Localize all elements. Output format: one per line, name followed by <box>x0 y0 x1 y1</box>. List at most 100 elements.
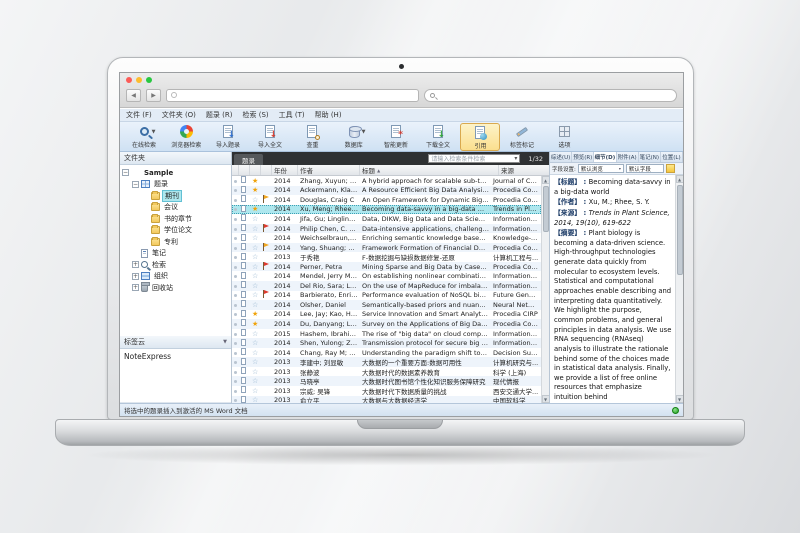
scroll-thumb[interactable] <box>543 186 549 232</box>
star-icon[interactable]: ☆ <box>252 291 258 299</box>
toolbar-tag-mark-button[interactable]: 标签标记 <box>502 123 542 151</box>
flag-icon[interactable] <box>263 224 269 232</box>
dropdown-caret-icon[interactable]: ▼ <box>152 129 156 135</box>
table-row[interactable]: ☆2014Shen, Yulong; Zhan...Transmission p… <box>232 338 541 348</box>
expand-node-icon[interactable]: + <box>132 261 139 268</box>
star-icon[interactable]: ☆ <box>252 349 258 357</box>
star-icon[interactable]: ☆ <box>252 234 258 242</box>
toolbar-options-button[interactable]: 选项 <box>544 123 584 151</box>
menu-item-0[interactable]: 文件 (F) <box>126 110 152 120</box>
col-source[interactable]: 来源 <box>499 165 549 175</box>
star-icon[interactable]: ☆ <box>252 368 258 376</box>
sidebar-item-1[interactable]: −题录 <box>120 179 231 191</box>
table-row[interactable]: ☆2013宗威; 吴锋大数据时代下数据质量的挑战西安交通大学... <box>232 386 541 396</box>
menu-item-5[interactable]: 帮助 (H) <box>315 110 342 120</box>
scroll-up-icon[interactable]: ▲ <box>542 176 550 184</box>
col-readmark[interactable] <box>232 165 239 175</box>
star-icon[interactable]: ★ <box>252 186 258 194</box>
flag-icon[interactable] <box>263 243 269 251</box>
minimize-window-button[interactable] <box>136 77 142 83</box>
star-icon[interactable]: ☆ <box>252 215 258 223</box>
star-icon[interactable]: ☆ <box>252 387 258 395</box>
detail-scroll-up-icon[interactable]: ▲ <box>676 175 684 183</box>
sidebar-item-10[interactable]: +回收站 <box>120 282 231 294</box>
menu-item-2[interactable]: 题录 (R) <box>206 110 233 120</box>
back-button[interactable]: ◀ <box>126 89 141 102</box>
dropdown-caret-icon[interactable]: ▼ <box>362 129 366 135</box>
table-row[interactable]: ☆2013张静波大数据时代的数据素养教育科学 (上海) <box>232 367 541 377</box>
expand-node-icon[interactable]: + <box>132 284 139 291</box>
toolbar-cite-button[interactable]: 引用 <box>460 123 500 151</box>
star-icon[interactable]: ☆ <box>252 330 258 338</box>
star-icon[interactable]: ★ <box>252 310 258 318</box>
star-icon[interactable]: ☆ <box>252 244 258 252</box>
detail-scroll-thumb[interactable] <box>677 185 683 275</box>
collapse-icon[interactable]: ▼ <box>223 339 227 345</box>
sidebar-item-0[interactable]: −Sample <box>120 167 231 179</box>
col-star[interactable] <box>250 165 261 175</box>
sidebar-item-6[interactable]: 专利 <box>120 236 231 248</box>
sidebar-item-8[interactable]: +检索 <box>120 259 231 271</box>
sidebar-item-2[interactable]: 期刊 <box>120 190 231 202</box>
detail-tab-5[interactable]: 位置(L) <box>661 152 683 162</box>
toolbar-import-fulltext-button[interactable]: ↓导入全文 <box>250 123 290 151</box>
table-row[interactable]: ☆2013于秀艳F-数据挖掘与缺损数据修复-还原计算机工程与... <box>232 252 541 262</box>
star-icon[interactable]: ☆ <box>252 253 258 261</box>
menu-item-4[interactable]: 工具 (T) <box>279 110 305 120</box>
table-row[interactable]: ☆2014Philip Chen, C. L; Zh...Data-intens… <box>232 224 541 234</box>
table-row[interactable]: ☆2014Weichselbraun, A; G...Enriching sem… <box>232 233 541 243</box>
table-row[interactable]: ☆2013俞立平大数据与大数据经济学中国软科学 <box>232 396 541 403</box>
table-row[interactable]: ☆2014Del Rio, Sara; López...On the use o… <box>232 281 541 291</box>
detail-tab-0[interactable]: 综述(U) <box>550 152 572 162</box>
address-bar[interactable] <box>166 89 419 102</box>
table-row[interactable]: ☆2014Chang, Ray M; Kauf...Understanding … <box>232 348 541 358</box>
toolbar-smart-update-button[interactable]: *智能更新 <box>376 123 416 151</box>
expand-node-icon[interactable]: + <box>132 273 139 280</box>
star-icon[interactable]: ☆ <box>252 339 258 347</box>
flag-icon[interactable] <box>263 195 269 203</box>
star-icon[interactable]: ☆ <box>252 196 258 204</box>
col-title[interactable]: 标题 ▲ <box>360 165 499 175</box>
star-icon[interactable]: ★ <box>252 205 258 213</box>
star-icon[interactable]: ☆ <box>252 272 258 280</box>
list-search-input[interactable]: 请输入检索条件检索 ▾ <box>428 154 520 163</box>
toolbar-dedupe-button[interactable]: 查重 <box>292 123 332 151</box>
star-icon[interactable]: ★ <box>252 177 258 185</box>
field-edit-button[interactable] <box>666 164 675 173</box>
table-row[interactable]: ★2014Lee, Jay; Kao, Hung-...Service Inno… <box>232 310 541 320</box>
flag-icon[interactable] <box>263 262 269 270</box>
detail-tab-2[interactable]: 细节(D) <box>594 152 616 162</box>
table-row[interactable]: ☆2014Douglas, Craig CAn Open Framework f… <box>232 195 541 205</box>
star-icon[interactable]: ★ <box>252 320 258 328</box>
star-icon[interactable]: ☆ <box>252 358 258 366</box>
star-icon[interactable]: ☆ <box>252 263 258 271</box>
collapse-node-icon[interactable]: − <box>132 181 139 188</box>
detail-tab-1[interactable]: 预览(R) <box>572 152 594 162</box>
table-row[interactable]: ☆2014Olsher, DanielSemantically-based pr… <box>232 300 541 310</box>
detail-tab-4[interactable]: 笔记(N) <box>639 152 661 162</box>
star-icon[interactable]: ☆ <box>252 225 258 233</box>
sidebar-item-5[interactable]: 学位论文 <box>120 225 231 237</box>
tab-references[interactable]: 题录 <box>234 154 263 166</box>
menu-item-1[interactable]: 文件夹 (O) <box>162 110 196 120</box>
table-row[interactable]: ☆2013李建中; 刘显敏大数据的一个重要方面:数据可用性计算机研究与... <box>232 357 541 367</box>
menu-item-3[interactable]: 检索 (S) <box>242 110 268 120</box>
detail-scrollbar[interactable]: ▲ ▼ <box>675 175 683 403</box>
table-row[interactable]: ★2014Zhang, Xuyun; Liu, ...A hybrid appr… <box>232 176 541 186</box>
forward-button[interactable]: ▶ <box>146 89 161 102</box>
toolbar-database-button[interactable]: ▼数据库 <box>334 123 374 151</box>
toolbar-online-search-button[interactable]: ▼在线检索 <box>124 123 164 151</box>
table-row[interactable]: ☆2014Barbierato, Enrico; G...Performance… <box>232 291 541 301</box>
star-icon[interactable]: ☆ <box>252 377 258 385</box>
col-flag[interactable] <box>261 165 272 175</box>
browser-search-field[interactable] <box>424 89 678 102</box>
col-attachment[interactable] <box>239 165 250 175</box>
tag-cloud-header[interactable]: 标签云 ▼ <box>120 336 231 349</box>
table-row[interactable]: ☆2014Jifa, Gu; Lingling, Zh...Data, DIKW… <box>232 214 541 224</box>
scroll-down-icon[interactable]: ▼ <box>542 395 550 403</box>
table-row[interactable]: ☆2014Mendel, Jerry M; Ko...On establishi… <box>232 271 541 281</box>
table-row[interactable]: ☆2013马晓亭大数据时代图书馆个性化知识服务保障研究现代情报 <box>232 376 541 386</box>
sidebar-item-7[interactable]: 笔记 <box>120 248 231 260</box>
detail-scroll-down-icon[interactable]: ▼ <box>676 395 684 403</box>
col-year[interactable]: 年份 <box>272 165 298 175</box>
